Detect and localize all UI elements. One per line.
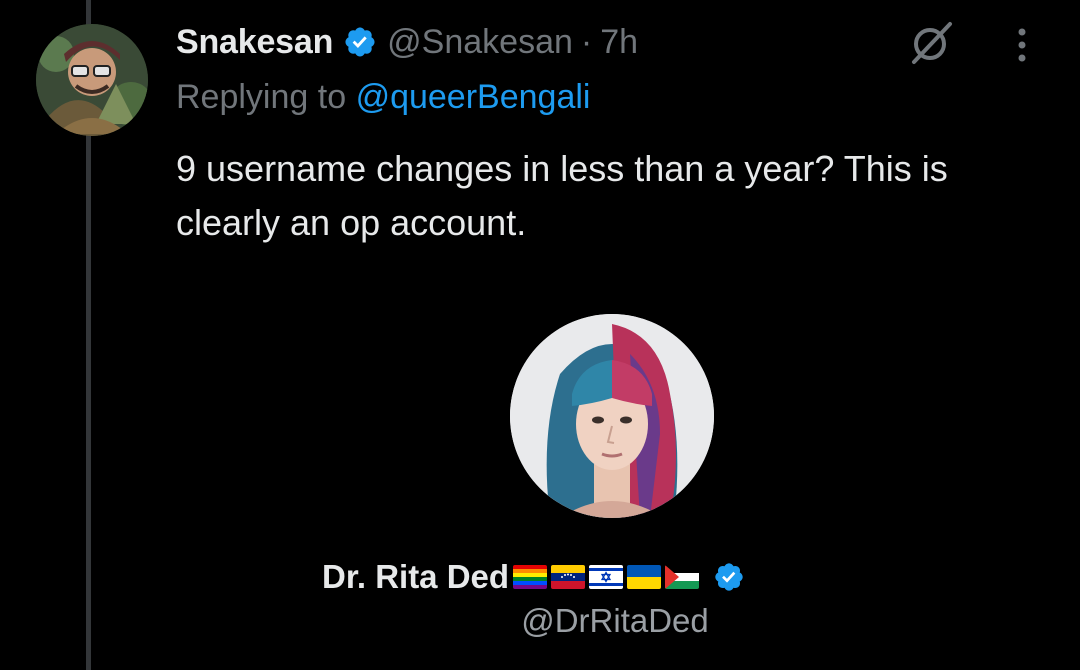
israel-flag-icon — [589, 565, 624, 589]
embedded-profile-photo[interactable] — [510, 314, 714, 518]
verified-badge-icon[interactable] — [343, 25, 377, 59]
more-vertical-icon[interactable] — [1012, 24, 1032, 68]
avatar[interactable] — [36, 24, 148, 136]
embedded-verified-badge-icon — [713, 561, 745, 593]
reply-prefix: Replying to — [176, 78, 347, 116]
author-display-name[interactable]: Snakesan — [176, 23, 333, 62]
palestine-flag-icon — [665, 565, 700, 589]
reply-handle-link[interactable]: @queerBengali — [356, 78, 591, 116]
author-handle[interactable]: @Snakesan — [387, 23, 573, 62]
embedded-profile-name[interactable]: Dr. Rita Ded — [322, 558, 509, 596]
embedded-profile-handle[interactable]: @DrRitaDed — [0, 602, 1080, 640]
rainbow-flag-icon — [513, 565, 548, 589]
separator-dot: · — [580, 22, 593, 61]
tweet-text: 9 username changes in less than a year? … — [176, 148, 948, 243]
embedded-profile-name-row: Dr. Rita Ded — [322, 553, 745, 601]
tweet-header: Snakesan @Snakesan · 7h — [176, 18, 638, 66]
tweet-timestamp[interactable]: 7h — [600, 23, 638, 62]
venezuela-flag-icon — [551, 565, 586, 589]
ukraine-flag-icon — [627, 565, 662, 589]
grok-icon[interactable] — [906, 18, 956, 68]
replying-to-line: Replying to @queerBengali — [176, 78, 590, 117]
